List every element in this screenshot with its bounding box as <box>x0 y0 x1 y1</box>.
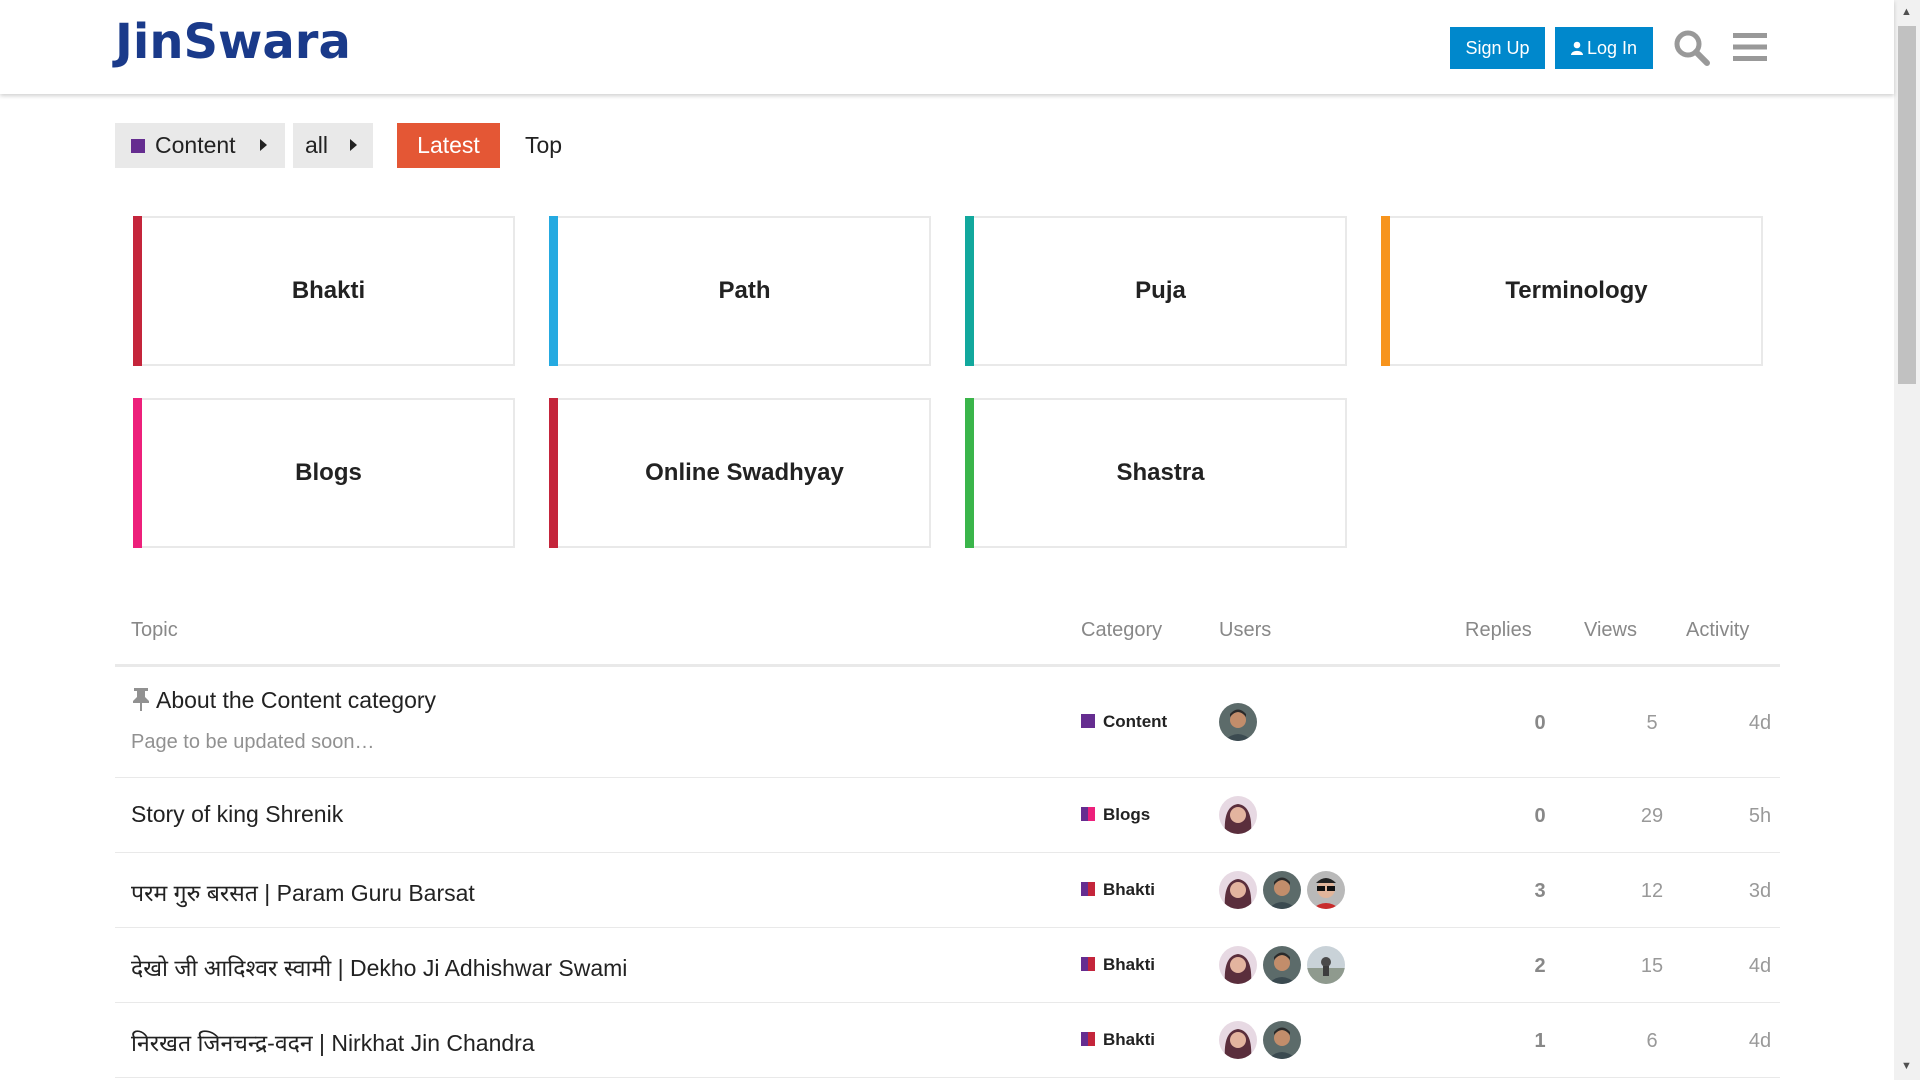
column-header-users: Users <box>1219 619 1272 641</box>
category-badge-label: Bhakti <box>1103 955 1155 974</box>
table-row: परम गुरु बरसत | Param Guru Barsat Bhakti… <box>115 853 1780 928</box>
category-badge-swatch <box>1081 807 1095 821</box>
category-badge[interactable]: Content <box>1081 712 1167 732</box>
category-badge-label: Bhakti <box>1103 1030 1155 1049</box>
replies-count: 0 <box>1534 805 1546 827</box>
hamburger-menu-icon[interactable] <box>1733 32 1767 62</box>
category-badge[interactable]: Bhakti <box>1081 1030 1155 1050</box>
tab-latest[interactable]: Latest <box>397 123 500 168</box>
caret-right-icon <box>350 139 357 151</box>
category-box-title: Shastra <box>1116 459 1205 486</box>
category-box-title: Bhakti <box>291 277 366 304</box>
category-box-title: Terminology <box>1505 277 1648 304</box>
log-in-label: Log In <box>1586 38 1638 58</box>
sign-up-button[interactable]: Sign Up <box>1450 27 1545 69</box>
views-count: 12 <box>1640 880 1664 902</box>
site-header: JinSwara Sign Up Log In <box>0 0 1894 94</box>
column-header-topic[interactable]: Topic <box>131 619 178 642</box>
column-header-replies[interactable]: Replies <box>1465 619 1532 642</box>
category-badge-label: Content <box>1103 712 1168 731</box>
table-row: About the Content category Page to be up… <box>115 667 1780 778</box>
views-count: 29 <box>1640 805 1664 827</box>
topic-title[interactable]: देखो जी आदिश्वर स्वामी | Dekho Ji Adhish… <box>131 951 627 983</box>
category-badge-swatch <box>1081 882 1095 896</box>
user-avatar[interactable] <box>1219 1021 1257 1059</box>
user-avatar[interactable] <box>1263 946 1301 984</box>
topic-title[interactable]: About the Content category <box>156 687 436 714</box>
site-logo[interactable]: JinSwara <box>115 14 351 70</box>
replies-count: 1 <box>1534 1030 1546 1052</box>
search-icon[interactable] <box>1672 28 1712 68</box>
category-box-title: Puja <box>1135 277 1186 304</box>
category-box-bhakti[interactable]: Bhakti <box>133 216 515 366</box>
category-box-path[interactable]: Path <box>549 216 931 366</box>
views-count: 5 <box>1646 712 1658 734</box>
scroll-down-arrow-icon[interactable]: ▼ <box>1901 1060 1912 1072</box>
user-avatar[interactable] <box>1307 946 1345 984</box>
replies-count: 0 <box>1534 712 1546 734</box>
user-icon <box>1570 27 1583 69</box>
column-header-views[interactable]: Views <box>1584 619 1637 642</box>
table-row: Story of king Shrenik Blogs 0 29 5h <box>115 778 1780 853</box>
column-header-category[interactable]: Category <box>1081 619 1162 642</box>
replies-count: 3 <box>1534 880 1546 902</box>
category-box-title: Online Swadhyay <box>645 459 844 486</box>
category-box-title: Blogs <box>295 459 362 486</box>
category-dropdown-label: Content <box>155 132 236 158</box>
category-box-title: Path <box>718 277 771 304</box>
user-avatar[interactable] <box>1219 703 1257 741</box>
category-badge-swatch <box>1081 714 1095 728</box>
category-badge[interactable]: Bhakti <box>1081 955 1155 975</box>
topic-title[interactable]: परम गुरु बरसत | Param Guru Barsat <box>131 876 475 908</box>
category-box-shastra[interactable]: Shastra <box>965 398 1347 548</box>
views-count: 6 <box>1646 1030 1658 1052</box>
category-badge-swatch <box>1081 1032 1095 1046</box>
user-avatar[interactable] <box>1219 796 1257 834</box>
topic-title[interactable]: Story of king Shrenik <box>131 801 343 828</box>
table-row: देखो जी आदिश्वर स्वामी | Dekho Ji Adhish… <box>115 928 1780 1003</box>
activity-time[interactable]: 5h <box>1720 805 1800 828</box>
category-badge-label: Bhakti <box>1103 880 1155 899</box>
category-color-swatch <box>131 139 145 153</box>
user-avatar[interactable] <box>1219 871 1257 909</box>
subcategory-dropdown[interactable]: all <box>293 123 373 168</box>
column-header-activity[interactable]: Activity <box>1686 619 1749 642</box>
category-dropdown[interactable]: Content <box>115 123 285 168</box>
log-in-button[interactable]: Log In <box>1555 27 1653 69</box>
user-avatar[interactable] <box>1263 871 1301 909</box>
caret-right-icon <box>260 139 267 151</box>
category-box-blogs[interactable]: Blogs <box>133 398 515 548</box>
scroll-thumb[interactable] <box>1898 26 1916 384</box>
page-scrollbar[interactable]: ▲ ▼ <box>1894 0 1920 1080</box>
user-avatar[interactable] <box>1307 871 1345 909</box>
user-avatar[interactable] <box>1263 1021 1301 1059</box>
activity-time[interactable]: 4d <box>1720 712 1800 735</box>
row-divider <box>115 1077 1780 1078</box>
scroll-up-arrow-icon[interactable]: ▲ <box>1901 6 1912 18</box>
category-box-online-swadhyay[interactable]: Online Swadhyay <box>549 398 931 548</box>
pin-icon <box>131 687 151 711</box>
activity-time[interactable]: 3d <box>1720 880 1800 903</box>
activity-time[interactable]: 4d <box>1720 955 1800 978</box>
views-count: 15 <box>1640 955 1664 977</box>
activity-time[interactable]: 4d <box>1720 1030 1800 1053</box>
category-badge[interactable]: Blogs <box>1081 805 1150 825</box>
topic-excerpt: Page to be updated soon… <box>131 731 375 753</box>
subcategory-dropdown-label: all <box>305 132 329 158</box>
table-row: निरखत जिनचन्द्र-वदन | Nirkhat Jin Chandr… <box>115 1003 1780 1078</box>
category-badge-label: Blogs <box>1103 805 1151 824</box>
user-avatar[interactable] <box>1219 946 1257 984</box>
replies-count: 2 <box>1534 955 1546 977</box>
category-box-terminology[interactable]: Terminology <box>1381 216 1763 366</box>
category-badge[interactable]: Bhakti <box>1081 880 1155 900</box>
tab-top[interactable]: Top <box>525 123 562 168</box>
category-badge-swatch <box>1081 957 1095 971</box>
category-box-puja[interactable]: Puja <box>965 216 1347 366</box>
topic-title[interactable]: निरखत जिनचन्द्र-वदन | Nirkhat Jin Chandr… <box>131 1026 535 1058</box>
